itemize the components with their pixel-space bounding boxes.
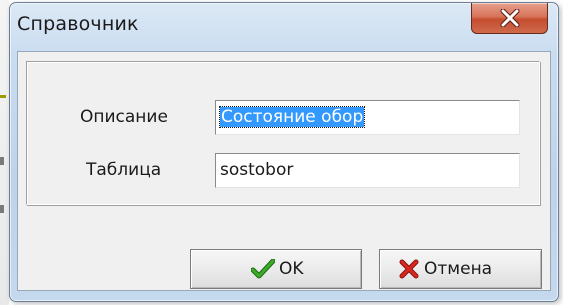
background-mark bbox=[0, 205, 4, 213]
background-window-edge bbox=[0, 0, 9, 305]
description-value: Состояние обор bbox=[218, 106, 366, 128]
table-input[interactable]: sostobor bbox=[215, 153, 520, 188]
ok-button-label: OK bbox=[279, 259, 304, 279]
table-value: sostobor bbox=[220, 160, 294, 180]
description-label: Описание bbox=[80, 107, 168, 127]
background-mark bbox=[0, 157, 4, 165]
ok-button[interactable]: OK bbox=[190, 249, 362, 289]
dialog-window: Справочник Описание Состояние обор Табли… bbox=[9, 2, 559, 302]
background-mark bbox=[0, 95, 6, 98]
window-title: Справочник bbox=[17, 13, 139, 35]
check-icon bbox=[251, 259, 275, 279]
description-input[interactable]: Состояние обор bbox=[215, 100, 520, 135]
cross-icon bbox=[399, 259, 419, 279]
cancel-button-label: Отмена bbox=[424, 259, 493, 279]
table-label: Таблица bbox=[86, 160, 162, 180]
close-icon bbox=[500, 9, 520, 27]
cancel-button[interactable]: Отмена bbox=[379, 249, 542, 289]
dialog-client-area: Описание Состояние обор Таблица sostobor… bbox=[17, 51, 551, 291]
close-button[interactable] bbox=[471, 3, 548, 34]
